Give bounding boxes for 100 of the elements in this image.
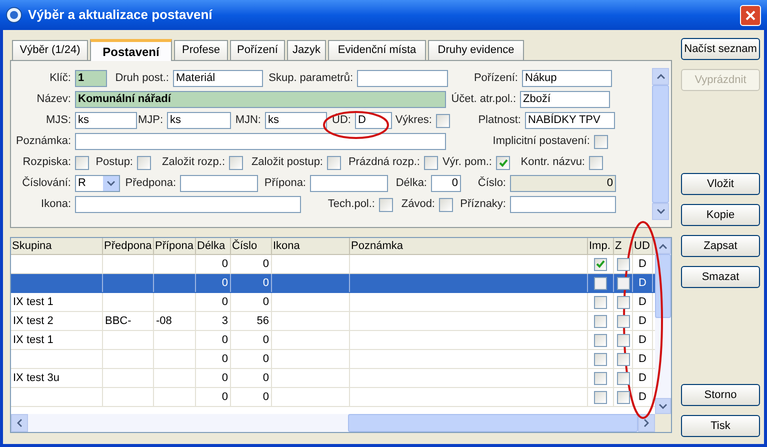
field-label: Předpona: — [124, 176, 177, 192]
input-field[interactable] — [75, 133, 446, 150]
field-label: Kontr. názvu: — [520, 155, 586, 170]
checkbox[interactable] — [594, 314, 607, 328]
input-field[interactable] — [510, 196, 616, 213]
column-header[interactable]: Číslo — [231, 238, 272, 254]
checkbox[interactable] — [616, 334, 630, 346]
checkbox[interactable] — [589, 156, 603, 170]
close-button[interactable] — [740, 4, 761, 26]
field-label: Číslo: — [476, 175, 507, 192]
table-cell: 56 — [256, 315, 269, 327]
checkbox[interactable] — [594, 334, 607, 346]
table-cell: D — [638, 315, 646, 327]
checkbox[interactable] — [137, 156, 151, 170]
checkbox[interactable] — [616, 258, 630, 270]
field-label: MJP: — [137, 113, 164, 128]
checkbox[interactable] — [379, 198, 393, 212]
tab[interactable]: Profese — [174, 40, 228, 60]
tab[interactable]: Druhy evidence — [428, 40, 524, 60]
horizontal-scrollbar[interactable] — [11, 414, 655, 432]
scroll-down-button[interactable] — [652, 203, 669, 220]
button[interactable]: Načíst seznam — [681, 38, 760, 60]
dropdown[interactable]: R — [75, 175, 120, 192]
checkbox[interactable] — [436, 114, 450, 128]
tab[interactable]: Jazyk — [287, 40, 326, 60]
tab[interactable]: Postavení — [90, 39, 172, 61]
input-field[interactable] — [75, 196, 301, 213]
scroll-right-button[interactable] — [638, 414, 655, 432]
input-field[interactable] — [180, 175, 258, 192]
input-field[interactable] — [357, 70, 448, 87]
field-label: Postup: — [94, 155, 134, 170]
close-icon — [745, 10, 756, 20]
button[interactable]: Kopie — [681, 204, 760, 226]
input-field[interactable]: Nákup — [522, 70, 612, 87]
button[interactable]: Storno — [681, 384, 760, 406]
scroll-up-button[interactable] — [655, 238, 671, 254]
column-header[interactable]: Imp. — [588, 238, 614, 254]
table-cell: -08 — [156, 315, 172, 327]
checkbox[interactable] — [594, 276, 607, 290]
scroll-down-button[interactable] — [655, 398, 671, 414]
checkbox[interactable] — [496, 156, 510, 170]
input-field[interactable]: Zboží — [520, 91, 610, 108]
column-header[interactable]: Ikona — [272, 238, 350, 254]
checkbox[interactable] — [616, 314, 630, 328]
table-row[interactable]: IX test 1 0 0 D — [11, 293, 655, 312]
table-row[interactable]: 0 0 D — [11, 388, 655, 407]
table-row[interactable]: IX test 3u 0 0 D — [11, 369, 655, 388]
input-field[interactable]: Materiál — [173, 70, 263, 87]
scroll-thumb[interactable] — [652, 85, 669, 203]
checkbox[interactable] — [439, 198, 453, 212]
checkbox[interactable] — [75, 156, 89, 170]
input-field[interactable]: ks — [167, 112, 231, 129]
checkbox[interactable] — [594, 352, 607, 366]
input-field[interactable]: 0 — [431, 175, 461, 192]
checkbox[interactable] — [229, 156, 243, 170]
button[interactable]: Zapsat — [681, 235, 760, 257]
table-row[interactable]: 0 0 D — [11, 274, 655, 293]
vertical-scrollbar[interactable] — [652, 68, 669, 220]
column-header[interactable]: Z — [614, 238, 633, 254]
input-field[interactable]: Komunální nářadí — [75, 91, 446, 108]
column-header[interactable]: Přípona — [154, 238, 196, 254]
column-header[interactable]: Poznámka — [350, 238, 588, 254]
checkbox[interactable] — [594, 390, 607, 404]
button[interactable]: Smazat — [681, 266, 760, 288]
checkbox[interactable] — [594, 258, 607, 270]
table-cell: 0 — [222, 277, 228, 289]
checkbox[interactable] — [594, 296, 607, 308]
column-header[interactable]: UD — [633, 238, 653, 254]
checkbox[interactable] — [616, 296, 630, 308]
scroll-up-button[interactable] — [652, 68, 669, 85]
table-cell: D — [638, 277, 646, 289]
checkbox[interactable] — [327, 156, 341, 170]
column-header[interactable]: Skupina — [11, 238, 103, 254]
column-header[interactable]: Předpona — [103, 238, 154, 254]
input-field[interactable]: 1 — [75, 70, 107, 87]
input-field[interactable]: ks — [75, 112, 137, 129]
checkbox[interactable] — [616, 372, 630, 384]
tab[interactable]: Výběr (1/24) — [12, 40, 88, 60]
table-cell: 0 — [222, 372, 228, 384]
button[interactable]: Vložit — [681, 173, 760, 195]
table-row[interactable]: IX test 2 BBC- -08 3 56 D — [11, 312, 655, 331]
checkbox[interactable] — [594, 134, 608, 148]
column-header[interactable]: Délka — [196, 238, 231, 254]
checkbox[interactable] — [616, 390, 630, 404]
tab[interactable]: Evidenční místa — [328, 40, 426, 60]
tab[interactable]: Pořízení — [230, 40, 285, 60]
table-row[interactable]: 0 0 D — [11, 350, 655, 369]
checkbox[interactable] — [616, 276, 630, 290]
checkbox[interactable] — [594, 372, 607, 384]
scroll-thumb[interactable] — [348, 414, 638, 432]
scrollbar-corner — [655, 414, 671, 432]
table-row[interactable]: IX test 1 0 0 D — [11, 331, 655, 350]
checkbox[interactable] — [424, 156, 438, 170]
input-field[interactable] — [310, 175, 388, 192]
checkbox[interactable] — [616, 352, 630, 366]
field-label: Příznaky: — [459, 197, 507, 212]
button[interactable]: Tisk — [681, 415, 760, 437]
input-field[interactable]: ks — [265, 112, 327, 129]
input-field[interactable]: NABÍDKY TPV — [525, 112, 615, 129]
scroll-left-button[interactable] — [11, 414, 28, 432]
